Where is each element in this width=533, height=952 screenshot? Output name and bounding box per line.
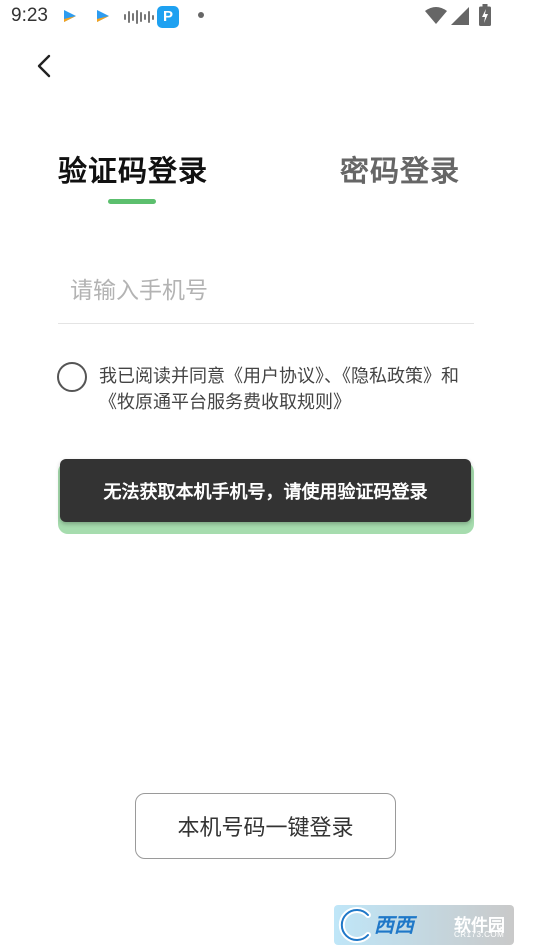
watermark-logo: 西西 软件园 CR173.COM	[334, 905, 514, 945]
dot-icon	[198, 12, 204, 18]
tab-sms-code-login[interactable]: 验证码登录	[58, 148, 208, 190]
tab-password-login[interactable]: 密码登录	[340, 148, 460, 190]
signal-icon	[451, 7, 469, 25]
one-tap-login-button[interactable]: 本机号码一键登录	[135, 793, 396, 859]
watermark-url: CR173.COM	[454, 930, 505, 939]
battery-icon	[479, 4, 491, 26]
active-tab-indicator	[108, 199, 156, 204]
status-bar: 9:23 P	[0, 0, 533, 34]
agreement-text[interactable]: 我已阅读并同意《用户协议》、《隐私政策》和《牧原通平台服务费收取规则》	[99, 364, 479, 416]
app-arrow-icon	[64, 10, 76, 22]
back-chevron-icon[interactable]	[28, 50, 60, 82]
phone-number-input[interactable]	[58, 258, 474, 324]
agreement-checkbox[interactable]	[57, 362, 87, 392]
watermark-c-logo-icon	[338, 907, 371, 943]
status-time: 9:23	[11, 5, 48, 26]
watermark-brand: 西西	[374, 913, 414, 937]
wifi-icon	[425, 7, 447, 24]
sound-wave-icon	[124, 9, 154, 25]
toast-message: 无法获取本机手机号，请使用验证码登录	[60, 459, 471, 522]
app-arrow-icon	[97, 10, 109, 22]
p-app-icon: P	[157, 6, 179, 28]
